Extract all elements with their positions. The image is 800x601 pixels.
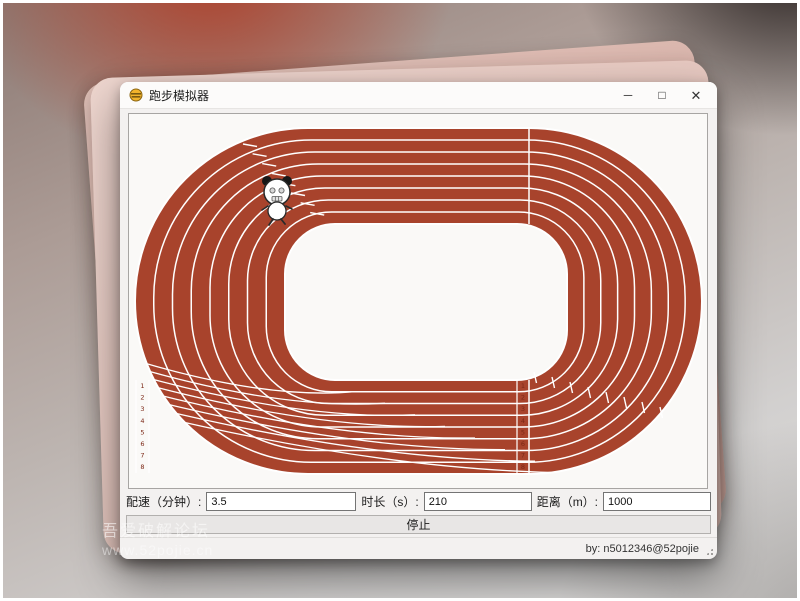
svg-text:6: 6 [521,440,525,448]
svg-text:2: 2 [521,394,525,402]
running-track-graphic: 1 1 2 2 3 3 4 4 5 5 6 6 7 7 8 8 [129,114,707,488]
svg-text:4: 4 [140,417,144,425]
maximize-button[interactable]: □ [645,82,679,109]
track-canvas: 1 1 2 2 3 3 4 4 5 5 6 6 7 7 8 8 [128,113,708,489]
svg-text:2: 2 [140,394,144,402]
duration-input[interactable] [424,492,532,511]
minimize-button[interactable]: ─ [611,82,645,109]
svg-text:1: 1 [521,382,525,390]
svg-text:3: 3 [140,405,144,413]
svg-text:1: 1 [140,382,144,390]
status-bar: by: n5012346@52pojie [120,537,717,559]
desktop-background: 跑步模拟器 ─ □ ✕ 1 1 2 2 3 3 4 4 5 5 6 6 7 7 8 8 配速（分钟）: 时长（… [0,0,800,601]
stop-button[interactable]: 停止 [126,515,711,534]
svg-text:7: 7 [140,452,144,460]
close-button[interactable]: ✕ [679,82,713,109]
app-icon [129,88,143,102]
pace-input[interactable] [206,492,356,511]
pace-label: 配速（分钟）: [126,493,201,510]
distance-label: 距离（m）: [537,493,598,510]
svg-text:8: 8 [140,463,144,471]
svg-text:6: 6 [140,440,144,448]
credit-text: by: n5012346@52pojie [586,543,699,555]
svg-text:3: 3 [521,405,525,413]
resize-grip[interactable] [705,547,714,556]
app-window: 跑步模拟器 ─ □ ✕ 1 1 2 2 3 3 4 4 5 5 6 6 7 7 8 8 配速（分钟）: 时长（… [120,82,717,559]
title-bar: 跑步模拟器 ─ □ ✕ [120,82,717,109]
window-title: 跑步模拟器 [149,87,611,104]
svg-text:8: 8 [521,463,525,471]
duration-label: 时长（s）: [361,493,418,510]
svg-text:7: 7 [521,452,525,460]
svg-text:4: 4 [521,417,525,425]
svg-text:5: 5 [140,428,144,436]
parameters-row: 配速（分钟）: 时长（s）: 距离（m）: [126,491,711,512]
distance-input[interactable] [603,492,711,511]
svg-text:5: 5 [521,428,525,436]
